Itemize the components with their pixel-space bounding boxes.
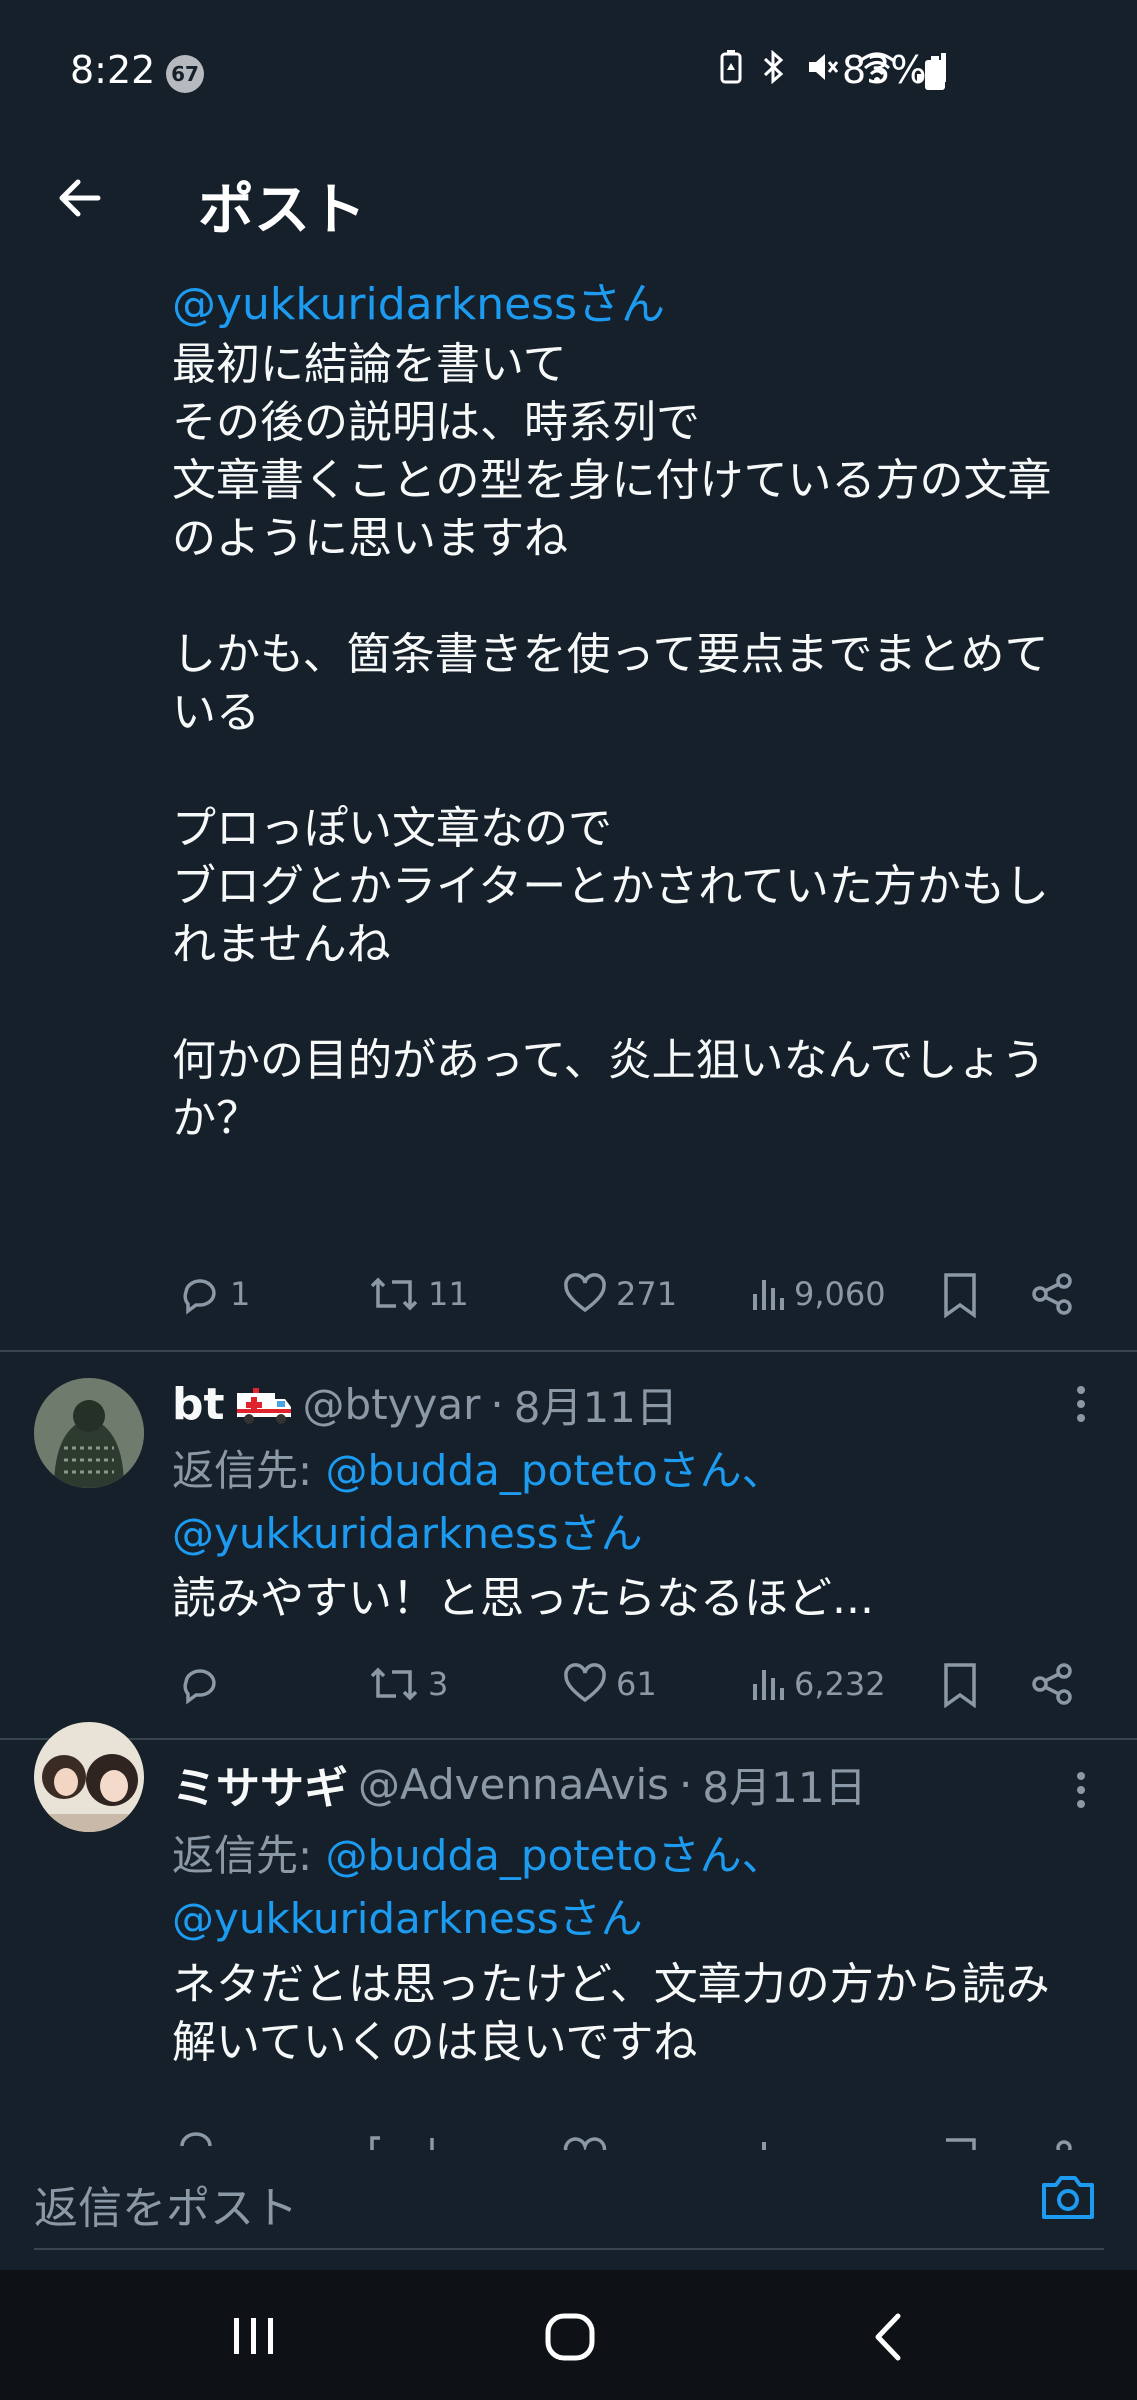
retweet-icon bbox=[370, 1667, 418, 1701]
back-arrow-icon[interactable] bbox=[50, 168, 110, 228]
avatar-image bbox=[34, 1378, 144, 1488]
like-button[interactable]: 61 bbox=[562, 1662, 657, 1706]
share-icon bbox=[1032, 1273, 1072, 1315]
battery-saver-icon bbox=[720, 50, 742, 84]
action-row-clipped bbox=[0, 2112, 1137, 2152]
battery-icon bbox=[925, 56, 945, 90]
heart-icon bbox=[564, 1273, 606, 1313]
reply-mention[interactable]: @yukkuridarknessさん bbox=[172, 1885, 643, 1946]
tweet-header: bt @btyyar · 8月11日 bbox=[172, 1374, 678, 1435]
avatar[interactable] bbox=[34, 1722, 144, 1832]
retweet-button[interactable]: 3 bbox=[368, 1662, 448, 1706]
reply-mention[interactable]: @budda_potetoさん、 bbox=[326, 1831, 784, 1880]
recent-apps-icon[interactable] bbox=[228, 2314, 280, 2358]
tweet-body: 最初に結論を書いて その後の説明は、時系列で 文章書くことの型を身に付けている方… bbox=[172, 339, 1052, 1144]
separator-dot: · bbox=[679, 1759, 693, 1809]
battery-percent: 83% bbox=[842, 48, 927, 92]
page-title: ポスト bbox=[198, 178, 366, 243]
retweet-count: 11 bbox=[428, 1275, 469, 1313]
reply-mention[interactable]: @yukkuridarknessさん bbox=[172, 1500, 643, 1561]
retweet-count: 3 bbox=[428, 1665, 449, 1703]
status-time: 8:22 bbox=[70, 48, 156, 92]
retweet-button[interactable]: 11 bbox=[368, 1272, 469, 1316]
reply-count: 1 bbox=[230, 1275, 251, 1313]
views-icon bbox=[753, 1280, 784, 1310]
reply-to-label: 返信先: bbox=[172, 1446, 313, 1495]
like-count: 271 bbox=[616, 1275, 678, 1313]
divider bbox=[0, 1350, 1137, 1352]
reply-to-line: 返信先: @budda_potetoさん、 bbox=[172, 1437, 784, 1498]
reply-to-mention[interactable]: @yukkuridarknessさん bbox=[172, 268, 665, 332]
avatar-image bbox=[34, 1722, 144, 1832]
home-icon[interactable] bbox=[544, 2312, 596, 2362]
views-icon bbox=[753, 1670, 784, 1700]
retweet-icon bbox=[370, 1277, 418, 1311]
tweet-header: ミササギ @AdvennaAvis · 8月11日 bbox=[172, 1752, 867, 1816]
handle[interactable]: @btyyar bbox=[303, 1380, 481, 1429]
reply-underline bbox=[34, 2248, 1104, 2250]
more-options-icon[interactable] bbox=[1074, 1770, 1088, 1810]
like-button[interactable]: 271 bbox=[562, 1272, 677, 1316]
reply-to-line: 返信先: @budda_potetoさん、 bbox=[172, 1822, 784, 1883]
views-button[interactable]: 9,060 bbox=[750, 1272, 886, 1316]
divider bbox=[0, 1738, 1137, 1740]
top-header bbox=[0, 140, 1137, 270]
heart-icon bbox=[564, 1663, 606, 1703]
reply-to-label: 返信先: bbox=[172, 1831, 313, 1880]
bookmark-button[interactable] bbox=[942, 1662, 978, 1708]
separator-dot: · bbox=[490, 1380, 504, 1429]
reply-mention[interactable]: @budda_potetoさん、 bbox=[326, 1446, 784, 1495]
views-count: 9,060 bbox=[794, 1275, 886, 1313]
display-name[interactable]: ミササギ bbox=[172, 1752, 348, 1816]
display-name[interactable]: bt bbox=[172, 1379, 225, 1430]
notification-count-badge: 67 bbox=[166, 55, 204, 93]
reply-icon bbox=[183, 1279, 216, 1315]
post-date[interactable]: 8月11日 bbox=[702, 1754, 866, 1815]
action-icons-partial bbox=[180, 2132, 1072, 2152]
reply-button[interactable]: 1 bbox=[178, 1272, 250, 1316]
camera-icon[interactable] bbox=[1040, 2173, 1096, 2221]
more-options-icon[interactable] bbox=[1074, 1384, 1088, 1424]
handle[interactable]: @AdvennaAvis bbox=[358, 1760, 669, 1809]
bookmark-icon bbox=[944, 1663, 976, 1708]
share-button[interactable] bbox=[1030, 1662, 1074, 1706]
bluetooth-icon bbox=[763, 50, 784, 84]
reply-input[interactable]: 返信をポスト bbox=[34, 2172, 298, 2236]
like-count: 61 bbox=[616, 1665, 657, 1703]
post-date[interactable]: 8月11日 bbox=[514, 1374, 678, 1435]
avatar[interactable] bbox=[34, 1378, 144, 1488]
back-nav-icon[interactable] bbox=[868, 2310, 908, 2364]
views-button[interactable]: 6,232 bbox=[750, 1662, 886, 1706]
tweet-body: 読みやすい！と思ったらなるほど... bbox=[172, 1573, 874, 1624]
reply-button[interactable] bbox=[178, 1662, 230, 1706]
share-icon bbox=[1032, 1663, 1072, 1705]
tweet-body: ネタだとは思ったけど、文章力の方から読み 解いていくのは良いですね bbox=[172, 1959, 1050, 2068]
ambulance-emoji-icon bbox=[236, 1387, 291, 1424]
reply-icon bbox=[183, 1669, 216, 1705]
bookmark-button[interactable] bbox=[942, 1272, 978, 1318]
share-button[interactable] bbox=[1030, 1272, 1074, 1316]
mute-icon bbox=[809, 54, 839, 80]
bookmark-icon bbox=[944, 1273, 976, 1318]
views-count: 6,232 bbox=[794, 1665, 886, 1703]
